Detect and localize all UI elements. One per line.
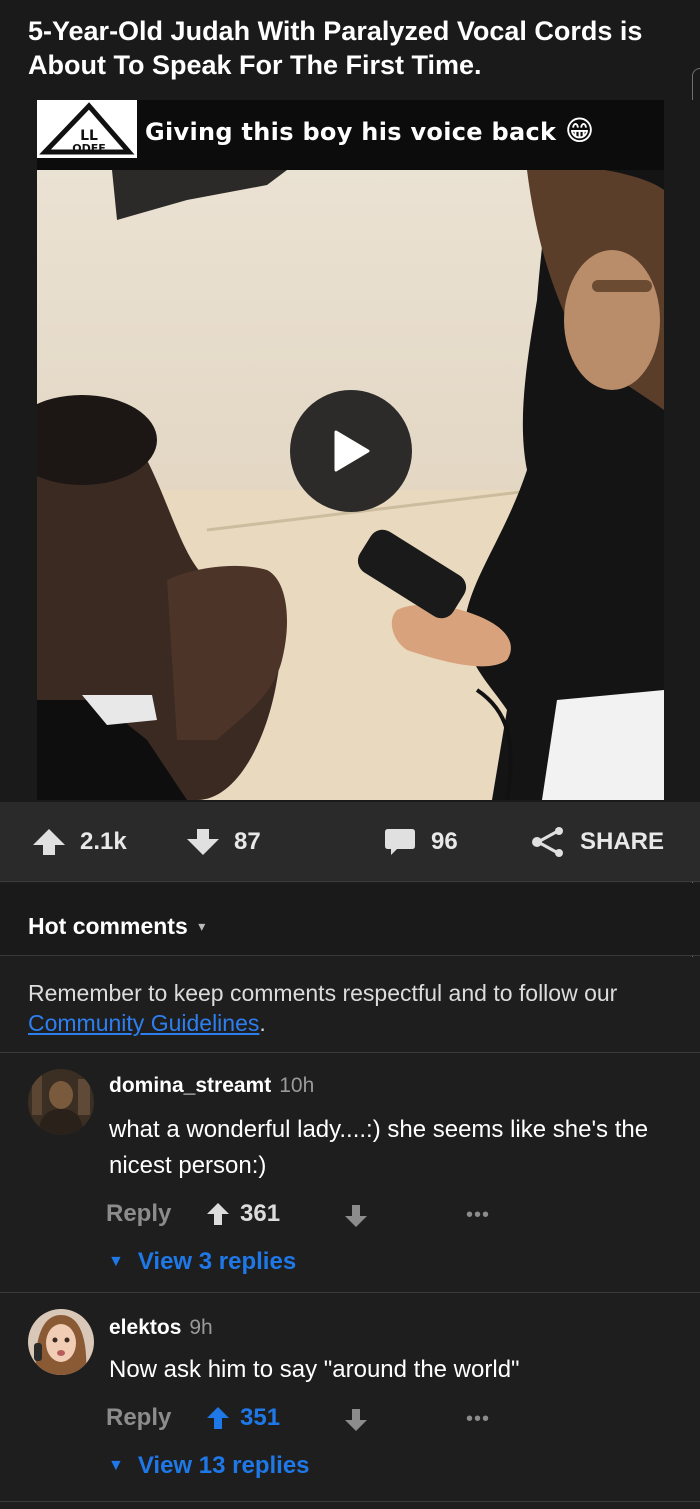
play-icon	[334, 430, 370, 472]
video-caption-text: Giving this boy his voice back 😁	[145, 114, 595, 147]
comment-score: 361	[240, 1200, 281, 1227]
comment-actions: Reply 351 •••	[106, 1400, 526, 1440]
channel-logo: LL ODEF	[37, 100, 137, 158]
media-container: LL ODEF Giving this boy his voice back 😁	[0, 100, 700, 802]
avatar[interactable]	[28, 1069, 94, 1135]
share-icon	[532, 827, 563, 857]
comment-author[interactable]: elektos	[109, 1316, 181, 1339]
caret-down-icon: ▼	[108, 1253, 124, 1270]
caret-down-icon: ▼	[108, 1457, 124, 1474]
comment-author[interactable]: domina_streamt	[109, 1074, 271, 1097]
comment-upvote-button[interactable]: 361	[206, 1200, 280, 1228]
view-replies-label: View 13 replies	[137, 1452, 310, 1479]
upvote-arrow-icon	[33, 829, 65, 855]
view-replies-button[interactable]: ▼ View 3 replies	[108, 1248, 296, 1276]
notice-text: Remember to keep comments respectful and…	[28, 980, 618, 1006]
view-replies-label: View 3 replies	[137, 1248, 297, 1275]
upvote-count: 2.1k	[80, 828, 127, 855]
grin-emoji-icon: 😁	[564, 114, 595, 147]
upvote-arrow-icon	[207, 1407, 229, 1429]
share-label: SHARE	[580, 828, 665, 855]
downvote-arrow-icon[interactable]	[344, 1204, 368, 1228]
comment-text: what a wonderful lady....:) she seems li…	[109, 1116, 649, 1179]
upvote-arrow-icon	[207, 1203, 229, 1225]
comment-item: domina_streamt 10h what a wonderful lady.…	[0, 1054, 700, 1293]
comment-time: 9h	[189, 1316, 213, 1339]
comments-count: 96	[431, 828, 458, 855]
comment-item: elektos 9h Now ask him to say "around the…	[0, 1294, 700, 1502]
comment-time: 10h	[279, 1074, 315, 1097]
comments-sort-bar: Hot comments ▾	[0, 883, 700, 956]
downvote-count: 87	[234, 828, 261, 855]
post-title-bar: 5-Year-Old Judah With Paralyzed Vocal Co…	[0, 0, 700, 100]
share-button[interactable]: SHARE	[530, 802, 664, 882]
comments-button[interactable]: 96	[383, 802, 458, 882]
comment-actions: Reply 361 •••	[106, 1196, 526, 1236]
comment-bubble-icon	[385, 829, 415, 855]
post-title: 5-Year-Old Judah With Paralyzed Vocal Co…	[28, 16, 643, 80]
notice-period: .	[259, 1010, 266, 1036]
play-button[interactable]	[290, 390, 412, 512]
downvote-arrow-icon[interactable]	[344, 1408, 368, 1432]
video-player[interactable]: LL ODEF Giving this boy his voice back 😁	[37, 100, 664, 800]
upvote-button[interactable]: 2.1k	[32, 802, 127, 882]
comment-meta: domina_streamt 10h	[109, 1074, 314, 1098]
comment-text: Now ask him to say "around the world"	[109, 1356, 520, 1383]
reply-button[interactable]: Reply	[106, 1200, 171, 1228]
comments-sort-label: Hot comments	[28, 913, 188, 939]
downvote-arrow-icon	[187, 829, 219, 855]
community-guidelines-link[interactable]: Community Guidelines	[28, 1010, 259, 1036]
avatar[interactable]	[28, 1309, 94, 1375]
more-dots-icon[interactable]: •••	[466, 1408, 490, 1431]
more-dots-icon[interactable]: •••	[466, 1204, 490, 1227]
post-action-bar: 2.1k 87 96 SHARE	[0, 802, 700, 882]
comment-meta: elektos 9h	[109, 1316, 213, 1340]
svg-text:ODEF: ODEF	[72, 142, 106, 155]
comment-score: 351	[240, 1404, 281, 1431]
downvote-button[interactable]: 87	[186, 802, 261, 882]
caret-down-icon: ▾	[198, 918, 206, 934]
view-replies-button[interactable]: ▼ View 13 replies	[108, 1452, 310, 1480]
comment-upvote-button[interactable]: 351	[206, 1404, 280, 1432]
video-caption-bar: LL ODEF Giving this boy his voice back 😁	[37, 100, 664, 170]
reply-button[interactable]: Reply	[106, 1404, 171, 1432]
community-notice: Remember to keep comments respectful and…	[0, 957, 700, 1053]
comments-sort-dropdown[interactable]: Hot comments ▾	[28, 913, 206, 939]
